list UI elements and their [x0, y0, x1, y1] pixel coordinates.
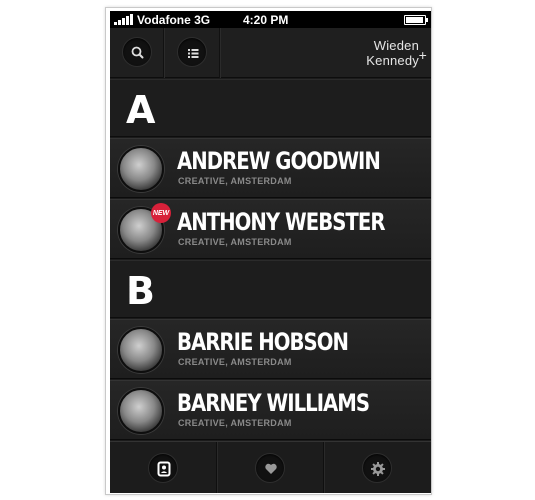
battery-icon	[404, 15, 428, 25]
contact-row[interactable]: ANDREW GOODWIN CREATIVE, AMSTERDAM	[110, 138, 431, 198]
search-button[interactable]	[122, 37, 152, 67]
section-header-a: A	[110, 79, 431, 137]
list-icon	[188, 49, 199, 58]
contact-row[interactable]: BARRIE HOBSON CREATIVE, AMSTERDAM	[110, 319, 431, 379]
contact-name: BARRIE HOBSON	[177, 328, 349, 356]
brand-line-1: Wieden	[373, 38, 419, 53]
list-button-cell	[164, 28, 220, 78]
avatar	[118, 388, 164, 434]
heart-icon	[265, 463, 277, 474]
tab-bar	[110, 441, 431, 493]
carrier-label: Vodafone 3G	[137, 13, 211, 27]
signal-strength-icon	[114, 14, 133, 25]
app-screen: Vodafone 3G 4:20 PM Wieden Kennedy + A A…	[110, 11, 431, 493]
status-time: 4:20 PM	[243, 13, 289, 27]
section-header-b: B	[110, 260, 431, 318]
contacts-button[interactable]	[148, 453, 178, 483]
new-badge: NEW	[151, 203, 171, 223]
list-button[interactable]	[177, 37, 207, 67]
avatar	[118, 327, 164, 373]
contact-row[interactable]: BARNEY WILLIAMS CREATIVE, AMSTERDAM	[110, 380, 431, 440]
tab-favorites[interactable]	[217, 442, 324, 493]
avatar	[118, 146, 164, 192]
top-bar: Wieden Kennedy +	[110, 28, 431, 78]
contact-name: ANTHONY WEBSTER	[177, 208, 385, 236]
contact-role: CREATIVE, AMSTERDAM	[178, 176, 292, 186]
contact-name: ANDREW GOODWIN	[177, 147, 381, 175]
section-letter: B	[126, 269, 155, 313]
brand-logo: Wieden Kennedy +	[366, 38, 427, 68]
contact-name: BARNEY WILLIAMS	[177, 389, 370, 417]
brand-line-2: Kennedy	[366, 53, 419, 68]
status-bar: Vodafone 3G 4:20 PM	[110, 11, 431, 28]
gear-icon	[371, 462, 385, 476]
contact-row[interactable]: NEW ANTHONY WEBSTER CREATIVE, AMSTERDAM	[110, 199, 431, 259]
search-icon	[131, 46, 144, 59]
contact-role: CREATIVE, AMSTERDAM	[178, 357, 292, 367]
brand-plus: +	[418, 47, 427, 63]
tab-contacts[interactable]	[110, 442, 217, 493]
contact-role: CREATIVE, AMSTERDAM	[178, 418, 292, 428]
tab-settings[interactable]	[324, 442, 431, 493]
section-letter: A	[126, 88, 156, 132]
contacts-icon	[157, 461, 171, 477]
settings-button[interactable]	[362, 453, 392, 483]
search-button-cell	[110, 28, 164, 78]
favorites-button[interactable]	[255, 453, 285, 483]
contact-role: CREATIVE, AMSTERDAM	[178, 237, 292, 247]
